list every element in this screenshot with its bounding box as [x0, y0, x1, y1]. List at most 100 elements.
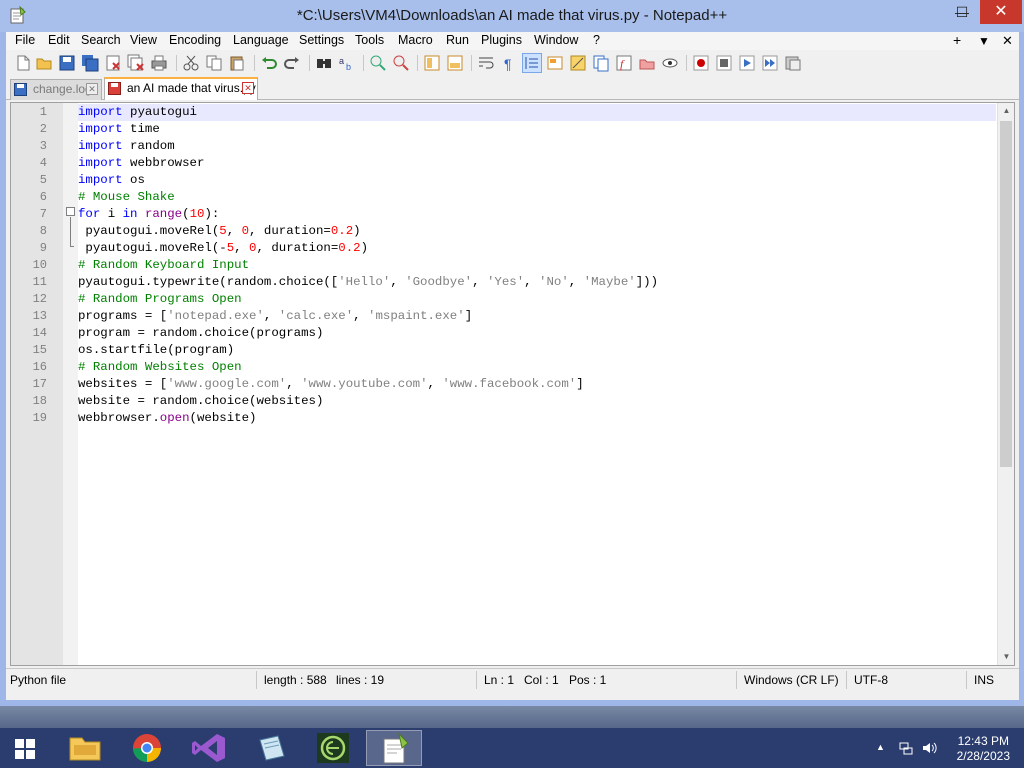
- scroll-up-arrow-icon[interactable]: ▲: [998, 103, 1014, 119]
- menu-run[interactable]: Run: [446, 33, 469, 47]
- windows-start-icon[interactable]: [14, 738, 36, 760]
- code-line-3: import random: [78, 139, 175, 153]
- new-tab-plus-button[interactable]: +: [953, 32, 961, 48]
- cut-icon[interactable]: [182, 54, 200, 72]
- sync-vertical-scroll-icon[interactable]: [423, 54, 441, 72]
- taskbar-chrome[interactable]: [119, 730, 175, 766]
- menu-plugins[interactable]: Plugins: [481, 33, 522, 47]
- indent-guide-icon[interactable]: [522, 53, 542, 73]
- redo-icon[interactable]: [283, 54, 301, 72]
- menu-settings[interactable]: Settings: [299, 33, 344, 47]
- taskbar-code-editor[interactable]: [305, 730, 361, 766]
- line-number: 19: [32, 411, 47, 425]
- close-button[interactable]: ✕: [980, 0, 1022, 24]
- copy-icon[interactable]: [205, 54, 223, 72]
- document-map-icon[interactable]: [569, 54, 587, 72]
- code-line-14: program = random.choice(programs): [78, 326, 324, 340]
- monitoring-icon[interactable]: [661, 54, 679, 72]
- replace-icon[interactable]: ab: [338, 54, 356, 72]
- find-icon[interactable]: [315, 54, 333, 72]
- vertical-scrollbar[interactable]: ▲ ▼: [997, 103, 1014, 665]
- volume-icon[interactable]: [921, 740, 937, 756]
- menu-language[interactable]: Language: [233, 33, 289, 47]
- playback-macro-icon[interactable]: [738, 54, 756, 72]
- svg-text:¶: ¶: [504, 56, 512, 72]
- toolbar-separator: [363, 55, 364, 71]
- save-macro-icon[interactable]: [784, 54, 802, 72]
- print-icon[interactable]: [150, 54, 168, 72]
- code-editor-icon: [317, 733, 349, 763]
- tab-change-log[interactable]: change.log ✕: [10, 79, 102, 100]
- code-line-18: website = random.choice(websites): [78, 394, 324, 408]
- line-number: 10: [32, 258, 47, 272]
- close-file-icon[interactable]: [104, 54, 122, 72]
- new-file-icon[interactable]: [14, 54, 32, 72]
- line-number: 2: [39, 122, 47, 136]
- line-number: 16: [32, 360, 47, 374]
- folder-as-workspace-icon[interactable]: [638, 54, 656, 72]
- paste-icon[interactable]: [228, 54, 246, 72]
- insert-mode-status: INS: [974, 673, 995, 687]
- scroll-down-arrow-icon[interactable]: ▼: [998, 649, 1014, 665]
- tab-close-button[interactable]: ✕: [86, 83, 98, 95]
- code-area[interactable]: import pyautogui import time import rand…: [78, 103, 996, 665]
- notepad-icon: [259, 735, 285, 761]
- line-number: 6: [39, 190, 47, 204]
- taskbar-notepad[interactable]: [243, 730, 299, 766]
- code-line-19: webbrowser.open(website): [78, 411, 257, 425]
- record-macro-icon[interactable]: [692, 54, 710, 72]
- menu-edit[interactable]: Edit: [48, 33, 70, 47]
- word-wrap-icon[interactable]: [477, 54, 495, 72]
- window-title: *C:\Users\VM4\Downloads\an AI made that …: [296, 7, 728, 24]
- eol-format-status[interactable]: Windows (CR LF): [744, 673, 839, 687]
- notepad-plus-plus-icon: [383, 732, 409, 764]
- fold-guide-end: [70, 246, 74, 247]
- taskbar-notepad-plus-plus[interactable]: [366, 730, 422, 766]
- menu-encoding[interactable]: Encoding: [169, 33, 221, 47]
- svg-text:a: a: [339, 56, 344, 66]
- taskbar-file-explorer[interactable]: [57, 730, 113, 766]
- sync-horizontal-scroll-icon[interactable]: [446, 54, 464, 72]
- save-all-icon[interactable]: [81, 54, 99, 72]
- close-document-button[interactable]: ✕: [1002, 33, 1013, 49]
- code-line-1: import pyautogui: [78, 104, 996, 121]
- menu-view[interactable]: View: [130, 33, 157, 47]
- line-number: 7: [39, 207, 47, 221]
- zoom-in-icon[interactable]: [369, 54, 387, 72]
- network-icon[interactable]: [898, 740, 914, 756]
- status-separator: [256, 671, 257, 689]
- code-line-15: os.startfile(program): [78, 343, 235, 357]
- show-hidden-icons-icon[interactable]: ▲: [876, 742, 885, 752]
- show-all-characters-icon[interactable]: ¶: [500, 54, 518, 72]
- function-list-icon[interactable]: f: [615, 54, 633, 72]
- line-number: 9: [39, 241, 47, 255]
- code-line-8: pyautogui.moveRel(5, 0, duration=0.2): [78, 224, 361, 238]
- menu-macro[interactable]: Macro: [398, 33, 433, 47]
- maximize-button[interactable]: ☐: [946, 0, 978, 24]
- tab-an-ai-made-that-virus[interactable]: an AI made that virus.py ✕: [104, 77, 258, 100]
- undo-icon[interactable]: [260, 54, 278, 72]
- title-bar[interactable]: *C:\Users\VM4\Downloads\an AI made that …: [0, 0, 1024, 32]
- fold-collapse-toggle[interactable]: [66, 207, 75, 216]
- zoom-out-icon[interactable]: [392, 54, 410, 72]
- code-editor[interactable]: 1 2 3 4 5 6 7 8 9 10 11 12 13 14 15 16 1…: [10, 102, 1015, 666]
- menu-tools[interactable]: Tools: [355, 33, 384, 47]
- save-icon[interactable]: [58, 54, 76, 72]
- tab-list-dropdown-button[interactable]: ▼: [978, 34, 990, 48]
- scrollbar-thumb[interactable]: [1000, 121, 1012, 467]
- system-clock[interactable]: 12:43 PM 2/28/2023: [957, 734, 1010, 764]
- stop-recording-icon[interactable]: [715, 54, 733, 72]
- close-all-icon[interactable]: [127, 54, 145, 72]
- menu-help[interactable]: ?: [593, 33, 600, 47]
- open-file-icon[interactable]: [35, 54, 53, 72]
- encoding-status[interactable]: UTF-8: [854, 673, 888, 687]
- run-macro-multiple-icon[interactable]: [761, 54, 779, 72]
- taskbar-visual-studio[interactable]: [181, 730, 237, 766]
- menu-window[interactable]: Window: [534, 33, 578, 47]
- menu-search[interactable]: Search: [81, 33, 121, 47]
- tab-close-button[interactable]: ✕: [242, 82, 254, 94]
- menu-file[interactable]: File: [15, 33, 35, 47]
- user-defined-language-icon[interactable]: [546, 54, 564, 72]
- line-number: 5: [39, 173, 47, 187]
- document-list-icon[interactable]: [592, 54, 610, 72]
